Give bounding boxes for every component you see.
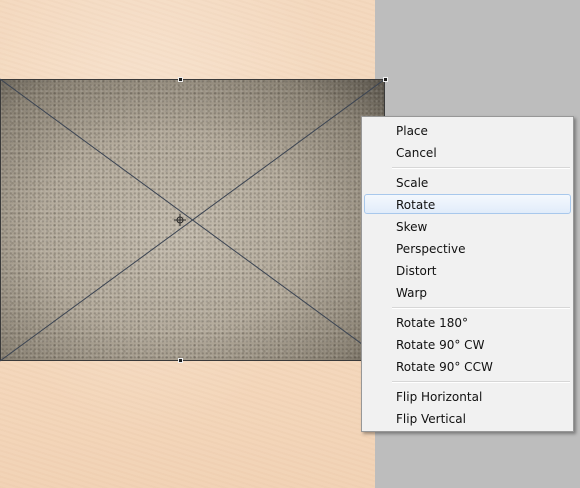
- menu-item-distort[interactable]: Distort: [364, 260, 571, 280]
- menu-item-skew[interactable]: Skew: [364, 216, 571, 236]
- menu-item-rotate[interactable]: Rotate: [364, 194, 571, 214]
- reference-point-icon[interactable]: [174, 214, 186, 226]
- menu-item-flip-horizontal[interactable]: Flip Horizontal: [364, 386, 571, 406]
- menu-item-perspective[interactable]: Perspective: [364, 238, 571, 258]
- menu-item-cancel[interactable]: Cancel: [364, 142, 571, 162]
- menu-item-rotate-180[interactable]: Rotate 180°: [364, 312, 571, 332]
- transform-bounding-box: [0, 78, 386, 362]
- transform-handle-bottom-center[interactable]: [178, 358, 183, 363]
- placed-texture-layer[interactable]: [0, 78, 386, 362]
- menu-item-scale[interactable]: Scale: [364, 172, 571, 192]
- transform-handle-top-right[interactable]: [383, 77, 388, 82]
- menu-separator: [392, 307, 570, 309]
- menu-separator: [392, 167, 570, 169]
- menu-item-warp[interactable]: Warp: [364, 282, 571, 302]
- menu-item-flip-vertical[interactable]: Flip Vertical: [364, 408, 571, 428]
- transform-handle-top-center[interactable]: [178, 77, 183, 82]
- menu-item-rotate-90-cw[interactable]: Rotate 90° CW: [364, 334, 571, 354]
- menu-item-place[interactable]: Place: [364, 120, 571, 140]
- free-transform-context-menu: Place Cancel Scale Rotate Skew Perspecti…: [361, 116, 574, 432]
- menu-item-rotate-90-ccw[interactable]: Rotate 90° CCW: [364, 356, 571, 376]
- menu-separator: [392, 381, 570, 383]
